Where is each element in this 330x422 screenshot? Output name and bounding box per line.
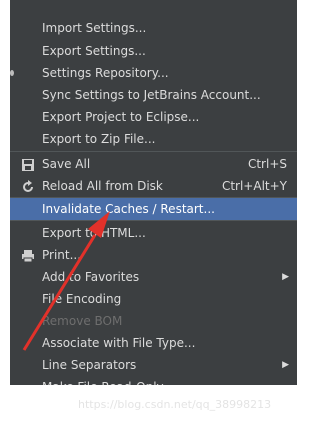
- watermark-text: https://blog.csdn.net/qq_38998213: [78, 398, 272, 411]
- annotation-arrow-icon: [22, 211, 110, 351]
